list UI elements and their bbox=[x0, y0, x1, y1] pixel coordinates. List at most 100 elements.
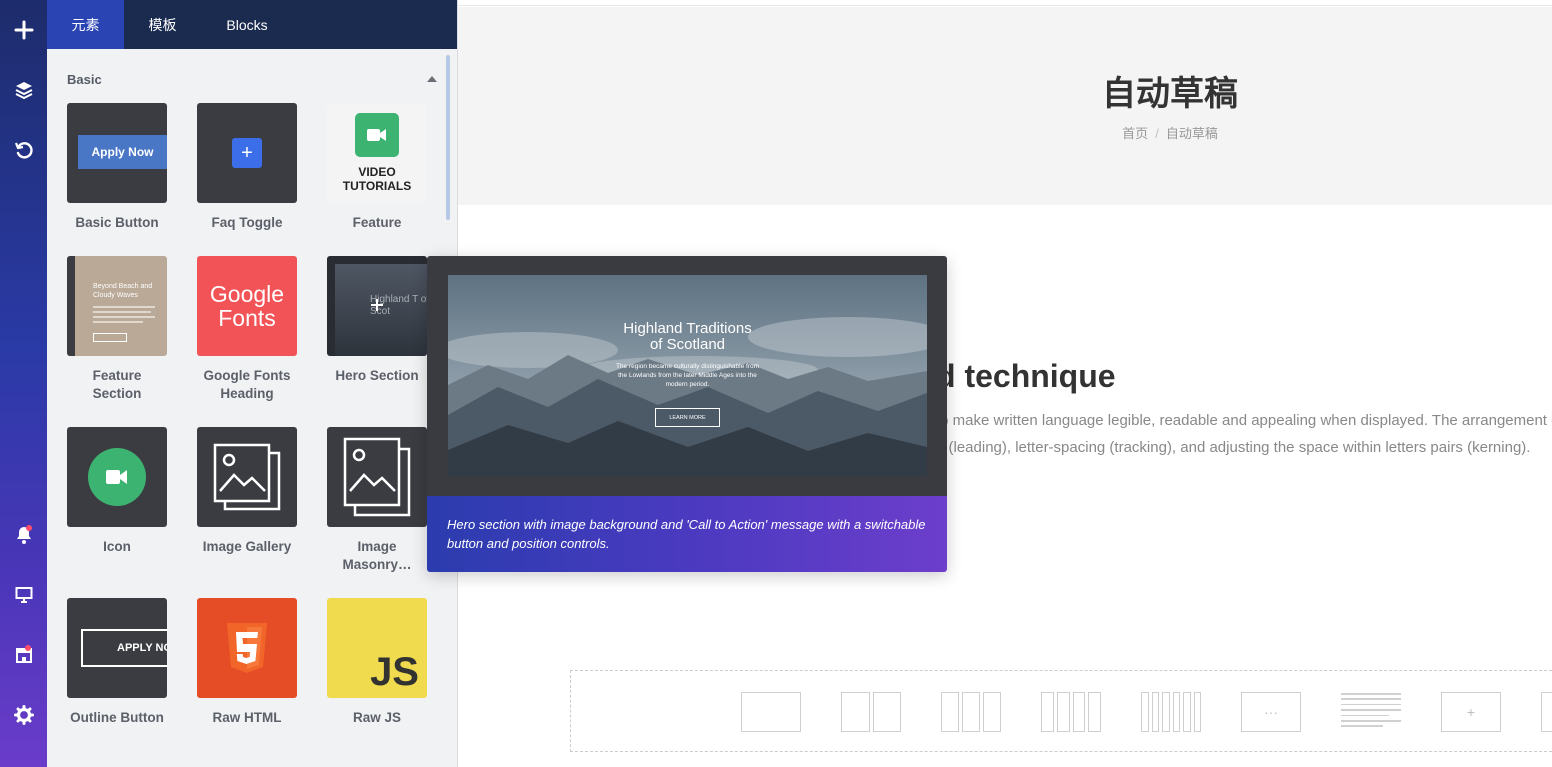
layout-1-column[interactable] bbox=[741, 692, 801, 732]
element-hero-section[interactable]: Highland T of Scot Hero Section bbox=[327, 256, 427, 385]
section-title: Basic bbox=[67, 71, 102, 87]
layout-next[interactable] bbox=[1541, 692, 1552, 732]
layout-6-columns[interactable] bbox=[1141, 692, 1201, 732]
element-feature-section[interactable]: Beyond Beach and Cloudy Waves Feature Se… bbox=[67, 256, 167, 403]
layout-custom[interactable]: ··· bbox=[1241, 692, 1301, 732]
breadcrumb-home[interactable]: 首页 bbox=[1122, 126, 1148, 141]
desktop-preview-button[interactable] bbox=[0, 573, 47, 617]
panel-tabs: 元素 模板 Blocks bbox=[47, 0, 457, 49]
preview-description: Hero section with image background and '… bbox=[427, 496, 947, 572]
apply-now-text: APPLY NO bbox=[117, 642, 167, 654]
element-icon[interactable]: Icon bbox=[67, 427, 167, 556]
element-label: Image Masonry… bbox=[342, 539, 412, 572]
element-label: Raw JS bbox=[352, 710, 402, 725]
article-paragraph-line: to make written language legible, readab… bbox=[936, 412, 1552, 429]
plus-icon: + bbox=[232, 138, 262, 168]
outline-button-thumbnail: APPLY NO bbox=[67, 598, 167, 698]
element-label: Feature bbox=[352, 215, 402, 230]
image-stack-icon bbox=[213, 443, 281, 511]
layout-3-columns[interactable] bbox=[941, 692, 1001, 732]
plus-icon bbox=[14, 20, 33, 40]
tab-elements[interactable]: 元素 bbox=[47, 0, 124, 49]
image-gallery-thumbnail bbox=[197, 427, 297, 527]
layout-4-columns[interactable] bbox=[1041, 692, 1101, 732]
element-image-masonry[interactable]: Image Masonry… bbox=[327, 427, 427, 574]
plus-icon bbox=[371, 299, 383, 311]
tab-templates[interactable]: 模板 bbox=[124, 0, 201, 49]
google-fonts-thumbnail: Google Fonts bbox=[197, 256, 297, 356]
undo-button[interactable] bbox=[0, 128, 47, 172]
element-label: Raw HTML bbox=[212, 710, 282, 725]
preview-title-line: of Scotland bbox=[649, 336, 726, 353]
page-title: 自动草稿 bbox=[1102, 75, 1238, 113]
apply-now-preview: Apply Now bbox=[78, 135, 167, 169]
element-raw-html[interactable]: Raw HTML bbox=[197, 598, 297, 727]
raw-js-thumbnail: JS bbox=[327, 598, 427, 698]
monitor-icon bbox=[15, 587, 32, 603]
image-stack-icon bbox=[343, 437, 411, 517]
collapse-caret-icon[interactable] bbox=[427, 76, 437, 82]
element-label: Image Gallery bbox=[202, 539, 292, 554]
outline-button-preview: APPLY NO bbox=[81, 629, 167, 667]
preview-frame: Highland Traditions of Scotland The regi… bbox=[427, 256, 947, 496]
hero-section-preview-tooltip: Highland Traditions of Scotland The regi… bbox=[427, 256, 947, 572]
gear-icon bbox=[13, 705, 34, 725]
element-label: Faq Toggle bbox=[211, 215, 283, 230]
hero-section-thumbnail: Highland T of Scot bbox=[327, 256, 427, 356]
element-feature[interactable]: VIDEO TUTORIALS Feature bbox=[327, 103, 427, 232]
column-layout-picker: ··· + bbox=[570, 670, 1552, 752]
feature-thumbnail: VIDEO TUTORIALS bbox=[327, 103, 427, 203]
settings-button[interactable] bbox=[0, 693, 47, 737]
element-label: Hero Section bbox=[335, 368, 419, 383]
video-tutorials-text: VIDEO TUTORIALS bbox=[343, 165, 411, 193]
element-raw-js[interactable]: JS Raw JS bbox=[327, 598, 427, 727]
google-text: Google bbox=[209, 281, 285, 307]
html5-icon bbox=[227, 623, 267, 673]
preview-subtitle-line: The region became culturally distinguish… bbox=[615, 363, 760, 370]
more-dots-icon: ··· bbox=[1241, 692, 1301, 732]
left-rail bbox=[0, 0, 47, 767]
faq-toggle-thumbnail: + bbox=[197, 103, 297, 203]
feature-section-thumbnail: Beyond Beach and Cloudy Waves bbox=[67, 256, 167, 356]
article-heading: d technique bbox=[936, 358, 1116, 394]
add-button[interactable] bbox=[0, 8, 47, 52]
breadcrumb: 首页 / 自动草稿 bbox=[458, 123, 1552, 142]
layout-text-block[interactable] bbox=[1341, 692, 1401, 732]
breadcrumb-current: 自动草稿 bbox=[1165, 126, 1218, 141]
element-outline-button[interactable]: APPLY NO Outline Button bbox=[67, 598, 167, 727]
store-button[interactable] bbox=[0, 633, 47, 677]
hero-preview-image: Highland Traditions of Scotland The regi… bbox=[448, 275, 927, 476]
preview-subtitle-line: modern period. bbox=[665, 381, 710, 388]
section-header-basic[interactable]: Basic bbox=[67, 70, 437, 88]
canvas-top-border bbox=[458, 0, 1552, 6]
breadcrumb-separator: / bbox=[1155, 126, 1159, 141]
icon-thumbnail bbox=[67, 427, 167, 527]
element-label: Google Fonts Heading bbox=[203, 368, 291, 401]
element-basic-button[interactable]: Apply Now Basic Button bbox=[67, 103, 167, 232]
video-camera-icon bbox=[355, 113, 399, 157]
element-label: Feature Section bbox=[92, 368, 142, 401]
layout-2-columns[interactable] bbox=[841, 692, 901, 732]
feature-section-preview-title: Beyond Beach and Cloudy Waves bbox=[93, 283, 153, 299]
preview-title-line: Highland Traditions bbox=[623, 320, 752, 337]
fonts-text: Fonts bbox=[218, 305, 276, 331]
layout-add-block[interactable]: + bbox=[1441, 692, 1501, 732]
undo-icon bbox=[14, 142, 33, 159]
raw-html-thumbnail bbox=[197, 598, 297, 698]
layers-icon bbox=[15, 82, 32, 100]
element-label: Outline Button bbox=[70, 710, 164, 725]
store-badge-dot bbox=[25, 645, 31, 651]
notifications-button[interactable] bbox=[0, 513, 47, 557]
basic-button-thumbnail: Apply Now bbox=[67, 103, 167, 203]
element-faq-toggle[interactable]: + Faq Toggle bbox=[197, 103, 297, 232]
video-text: VIDEO bbox=[358, 165, 396, 179]
tab-blocks[interactable]: Blocks bbox=[201, 0, 293, 49]
plus-icon: + bbox=[1441, 692, 1501, 732]
preview-subtitle-line: the Lowlands from the later Middle Ages … bbox=[618, 372, 757, 379]
element-label: Icon bbox=[103, 539, 131, 554]
apply-now-text: Apply Now bbox=[91, 145, 154, 159]
layers-button[interactable] bbox=[0, 68, 47, 112]
element-image-gallery[interactable]: Image Gallery bbox=[197, 427, 297, 556]
panel-scrollbar[interactable] bbox=[446, 55, 450, 220]
element-google-fonts-heading[interactable]: Google Fonts Google Fonts Heading bbox=[197, 256, 297, 403]
